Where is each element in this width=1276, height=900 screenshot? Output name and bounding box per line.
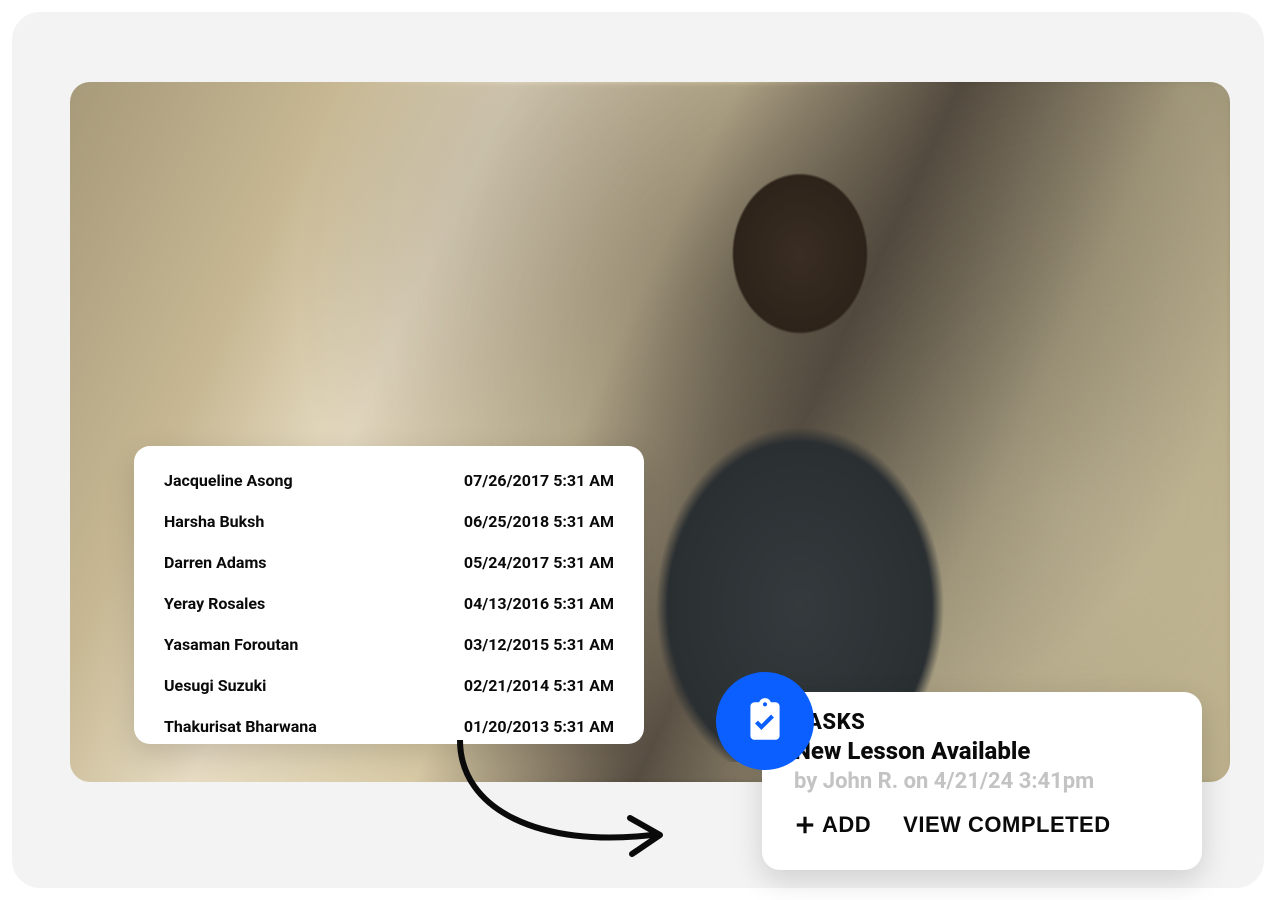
add-button[interactable]: ADD bbox=[794, 812, 871, 838]
person-name: Thakurisat Bharwana bbox=[164, 717, 317, 736]
add-button-label: ADD bbox=[822, 812, 871, 838]
person-datetime: 05/24/2017 5:31 AM bbox=[464, 553, 614, 572]
people-list-card: Jacqueline Asong 07/26/2017 5:31 AM Hars… bbox=[134, 446, 644, 744]
person-name: Harsha Buksh bbox=[164, 512, 264, 531]
view-completed-label: VIEW COMPLETED bbox=[903, 812, 1110, 838]
list-item[interactable]: Thakurisat Bharwana 01/20/2013 5:31 AM bbox=[164, 706, 614, 744]
person-name: Uesugi Suzuki bbox=[164, 676, 266, 695]
list-item[interactable]: Yeray Rosales 04/13/2016 5:31 AM bbox=[164, 583, 614, 624]
tasks-card: TASKS New Lesson Available by John R. on… bbox=[762, 692, 1202, 870]
person-datetime: 03/12/2015 5:31 AM bbox=[464, 635, 614, 654]
person-name: Jacqueline Asong bbox=[164, 471, 293, 490]
view-completed-button[interactable]: VIEW COMPLETED bbox=[903, 812, 1110, 838]
list-item[interactable]: Harsha Buksh 06/25/2018 5:31 AM bbox=[164, 501, 614, 542]
tasks-meta: by John R. on 4/21/24 3:41pm bbox=[794, 769, 1178, 794]
tasks-title: New Lesson Available bbox=[794, 737, 1178, 765]
app-frame: Jacqueline Asong 07/26/2017 5:31 AM Hars… bbox=[12, 12, 1264, 888]
clipboard-check-icon bbox=[740, 696, 790, 746]
list-item[interactable]: Darren Adams 05/24/2017 5:31 AM bbox=[164, 542, 614, 583]
person-datetime: 01/20/2013 5:31 AM bbox=[464, 717, 614, 736]
person-datetime: 04/13/2016 5:31 AM bbox=[464, 594, 614, 613]
person-name: Darren Adams bbox=[164, 553, 267, 572]
arrow-icon bbox=[420, 740, 680, 870]
tasks-actions: ADD VIEW COMPLETED bbox=[794, 812, 1178, 838]
plus-icon bbox=[794, 814, 816, 836]
tasks-heading: TASKS bbox=[794, 710, 1178, 735]
list-item[interactable]: Jacqueline Asong 07/26/2017 5:31 AM bbox=[164, 460, 614, 501]
person-datetime: 06/25/2018 5:31 AM bbox=[464, 512, 614, 531]
tasks-badge bbox=[716, 672, 814, 770]
list-item[interactable]: Uesugi Suzuki 02/21/2014 5:31 AM bbox=[164, 665, 614, 706]
person-datetime: 07/26/2017 5:31 AM bbox=[464, 471, 614, 490]
person-name: Yasaman Foroutan bbox=[164, 635, 298, 654]
person-datetime: 02/21/2014 5:31 AM bbox=[464, 676, 614, 695]
person-name: Yeray Rosales bbox=[164, 594, 265, 613]
list-item[interactable]: Yasaman Foroutan 03/12/2015 5:31 AM bbox=[164, 624, 614, 665]
